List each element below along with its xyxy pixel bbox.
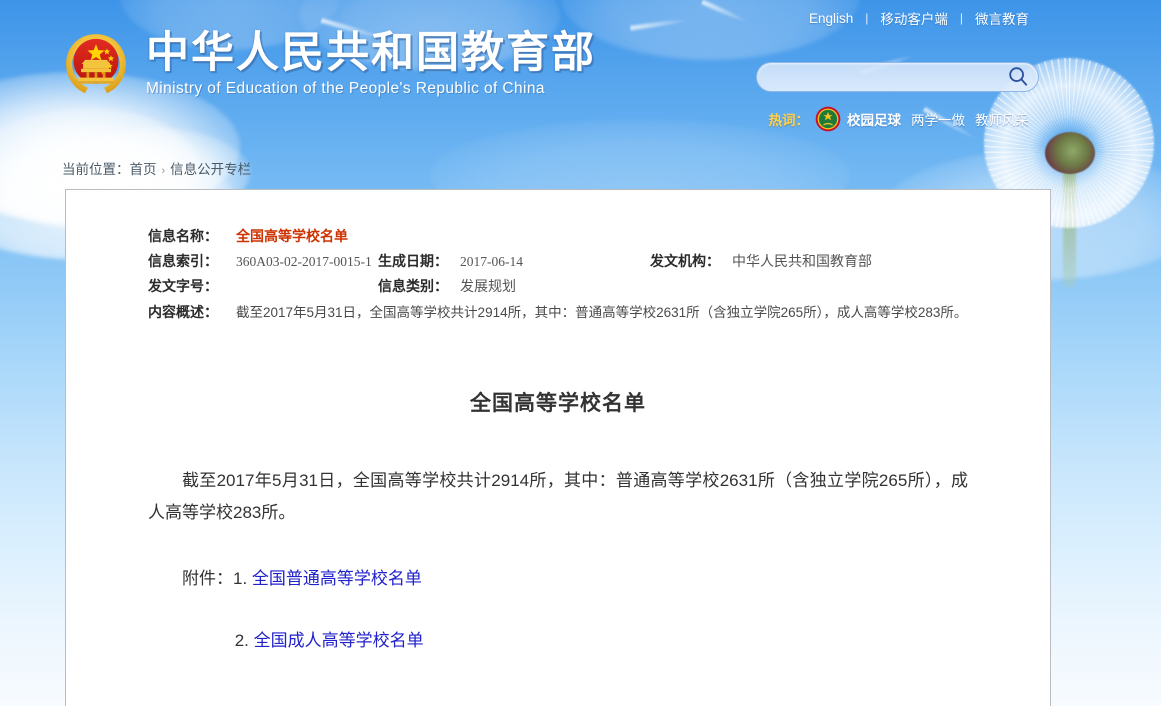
top-link-english[interactable]: English [797, 11, 865, 26]
metadata-label-docnum: 发文字号： [148, 274, 236, 299]
search-area [756, 62, 1039, 92]
hotword-link-two-studies-one-action[interactable]: 两学一做 [911, 109, 965, 129]
hotwords-label: 热词： [769, 109, 810, 129]
top-link-weiyan-education[interactable]: 微言教育 [963, 8, 1041, 28]
metadata-row-index-date-org: 信息索引： 360A03-02-2017-0015-1 生成日期： 2017-0… [148, 249, 1038, 274]
document-name-link[interactable]: 全国高等学校名单 [236, 228, 348, 244]
attachment-number: 1. [233, 569, 247, 588]
hotword-link-campus-football[interactable]: 校园足球 [847, 109, 901, 129]
site-brand[interactable]: 中华人民共和国教育部 Ministry of Education of the … [62, 30, 596, 98]
metadata-value-index: 360A03-02-2017-0015-1 [236, 249, 378, 274]
metadata-row-summary: 内容概述： 截至2017年5月31日，全国高等学校共计2914所，其中：普通高等… [148, 300, 1038, 325]
metadata-value-org: 中华人民共和国教育部 [732, 249, 872, 274]
breadcrumb: 当前位置：首页 › 信息公开专栏 [62, 158, 1161, 178]
attachment-link-adult-colleges[interactable]: 全国成人高等学校名单 [254, 631, 424, 650]
metadata-row-name: 信息名称： 全国高等学校名单 [148, 224, 1038, 249]
attachments-prefix: 附件： [182, 569, 233, 588]
metadata-label-date: 生成日期： [378, 249, 460, 274]
search-icon [1007, 65, 1029, 90]
metadata-value-name: 全国高等学校名单 [236, 224, 348, 249]
national-emblem-icon [62, 30, 130, 98]
campus-football-badge-icon [815, 106, 841, 132]
breadcrumb-prefix: 当前位置： [62, 162, 130, 177]
metadata-value-summary: 截至2017年5月31日，全国高等学校共计2914所，其中：普通高等学校2631… [236, 300, 1036, 325]
top-link-mobile-client[interactable]: 移动客户端 [868, 8, 960, 28]
metadata-label-category: 信息类别： [378, 274, 460, 299]
hotwords-bar: 热词： 校园足球 两学一做 教师风采 [769, 106, 1040, 132]
attachment-row: 2. 全国成人高等学校名单 [148, 625, 968, 657]
article-paragraph: 截至2017年5月31日，全国高等学校共计2914所，其中：普通高等学校2631… [148, 465, 968, 529]
site-title-chinese: 中华人民共和国教育部 [146, 30, 596, 76]
search-button[interactable] [998, 63, 1038, 91]
breadcrumb-separator: › [162, 165, 166, 177]
content-panel: 信息名称： 全国高等学校名单 信息索引： 360A03-02-2017-0015… [65, 189, 1051, 706]
site-header: 中华人民共和国教育部 Ministry of Education of the … [0, 0, 1161, 150]
attachment-row: 附件：1. 全国普通高等学校名单 [148, 563, 968, 595]
breadcrumb-item-info-disclosure[interactable]: 信息公开专栏 [170, 162, 251, 177]
breadcrumb-item-home[interactable]: 首页 [130, 162, 157, 177]
metadata-row-docnum-category: 发文字号： 信息类别： 发展规划 [148, 274, 1038, 299]
attachment-number: 2. [235, 631, 249, 650]
search-box[interactable] [756, 62, 1039, 92]
search-input[interactable] [757, 63, 998, 91]
attachment-link-general-colleges[interactable]: 全国普通高等学校名单 [252, 569, 422, 588]
page-title: 全国高等学校名单 [148, 387, 968, 417]
hotword-link-teacher-style[interactable]: 教师风采 [975, 109, 1029, 129]
top-navigation: English | 移动客户端 | 微言教育 [797, 8, 1041, 28]
metadata-label-org: 发文机构： [650, 249, 732, 274]
metadata-value-date: 2017-06-14 [460, 249, 650, 274]
metadata-value-category: 发展规划 [460, 274, 650, 299]
document-metadata: 信息名称： 全国高等学校名单 信息索引： 360A03-02-2017-0015… [148, 224, 1038, 325]
article: 全国高等学校名单 截至2017年5月31日，全国高等学校共计2914所，其中：普… [66, 387, 1050, 706]
site-title-english: Ministry of Education of the People's Re… [146, 80, 596, 98]
attachments-list: 附件：1. 全国普通高等学校名单 2. 全国成人高等学校名单 [148, 563, 968, 657]
article-body: 截至2017年5月31日，全国高等学校共计2914所，其中：普通高等学校2631… [148, 465, 968, 529]
metadata-label-summary: 内容概述： [148, 300, 236, 325]
metadata-label-name: 信息名称： [148, 224, 236, 249]
metadata-label-index: 信息索引： [148, 249, 236, 274]
